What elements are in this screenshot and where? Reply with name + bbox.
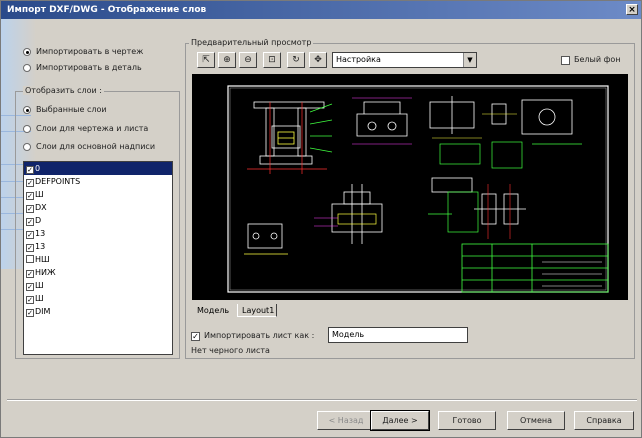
import-to-drawing-radio[interactable] [23, 48, 31, 56]
layer-name: DEFPOINTS [35, 177, 81, 186]
layer-list-item[interactable]: ✓ DX [24, 201, 172, 214]
layer-list-item[interactable]: ✓ НИЖ [24, 266, 172, 279]
rotate-icon[interactable]: ↻ [287, 52, 305, 68]
layer-list-item[interactable]: ✓ DIM [24, 305, 172, 318]
layer-list-item[interactable]: ✓ 13 [24, 227, 172, 240]
title-block-layers-radio[interactable] [23, 143, 31, 151]
title-block-layers-label: Слои для основной надписи [36, 142, 156, 151]
layer-list-item[interactable]: ✓ 13 [24, 240, 172, 253]
select-icon[interactable]: ⇱ [197, 52, 215, 68]
zoom-in-icon[interactable]: ⊕ [218, 52, 236, 68]
layer-name: НШ [35, 255, 50, 264]
layer-checkbox[interactable]: ✓ [26, 283, 34, 291]
layer-name: D [35, 216, 42, 225]
import-to-drawing-label: Импортировать в чертеж [36, 47, 144, 56]
zoom-out-icon[interactable]: ⊖ [239, 52, 257, 68]
selected-layers-label: Выбранные слои [36, 105, 107, 114]
tab-layout1[interactable]: Layout1 [237, 304, 277, 317]
cad-drawing [227, 85, 609, 293]
import-to-part-radio[interactable] [23, 64, 31, 72]
sheet-layers-label: Слои для чертежа и листа [36, 124, 149, 133]
layer-list-item[interactable]: НШ [24, 253, 172, 266]
chevron-down-icon[interactable]: ▼ [463, 53, 476, 67]
layer-checkbox[interactable]: ✓ [26, 166, 34, 174]
layer-name: 13 [35, 242, 46, 251]
layer-list-item[interactable]: ✓ DEFPOINTS [24, 175, 172, 188]
layer-name: Ш [35, 281, 44, 290]
layer-checkbox[interactable]: ✓ [26, 270, 34, 278]
layer-checkbox[interactable]: ✓ [26, 309, 34, 317]
import-sheet-input[interactable]: Модель [328, 327, 468, 343]
finish-button[interactable]: Готово [438, 411, 496, 430]
help-button[interactable]: Справка [574, 411, 634, 430]
separator [7, 399, 637, 401]
white-background-label: Белый фон [574, 55, 621, 64]
view-select-value: Настройка [336, 55, 381, 64]
sheet-layers-radio[interactable] [23, 125, 31, 133]
window-title: Импорт DXF/DWG - Отображение слов [7, 5, 207, 15]
next-button[interactable]: Далее > [370, 410, 430, 431]
layers-list[interactable]: ✓ 0 ✓ DEFPOINTS ✓ Ш ✓ DX ✓ D ✓ 13 ✓ 13 НШ ✓ НИЖ ✓ Ш ✓ Ш ✓ DIM [23, 161, 173, 355]
layer-name: DIM [35, 307, 51, 316]
white-background-checkbox[interactable] [561, 56, 570, 65]
layer-checkbox[interactable]: ✓ [26, 296, 34, 304]
import-dialog: Импорт DXF/DWG - Отображение слов × Импо… [0, 0, 642, 438]
close-button[interactable]: × [626, 4, 638, 15]
title-bar: Импорт DXF/DWG - Отображение слов × [1, 1, 641, 19]
layers-group-title: Отобразить слои : [23, 86, 104, 95]
import-sheet-note: Нет черного листа [191, 346, 270, 355]
preview-title: Предварительный просмотр [189, 38, 314, 47]
tab-model[interactable]: Модель [193, 304, 233, 317]
layer-name: Ш [35, 294, 44, 303]
pan-icon[interactable]: ✥ [309, 52, 327, 68]
drawing-preview[interactable] [192, 74, 628, 300]
layer-name: НИЖ [35, 268, 56, 277]
layer-checkbox[interactable]: ✓ [26, 205, 34, 213]
zoom-window-icon[interactable]: ⊡ [263, 52, 281, 68]
layer-checkbox[interactable]: ✓ [26, 244, 34, 252]
selected-layers-radio[interactable] [23, 106, 31, 114]
layer-list-item[interactable]: ✓ 0 [24, 162, 172, 175]
layer-checkbox[interactable]: ✓ [26, 231, 34, 239]
layer-list-item[interactable]: ✓ Ш [24, 279, 172, 292]
layer-checkbox[interactable] [26, 255, 34, 263]
layer-name: 0 [35, 164, 41, 173]
layer-name: Ш [35, 190, 44, 199]
layer-name: DX [35, 203, 47, 212]
cancel-button[interactable]: Отмена [507, 411, 565, 430]
layer-checkbox[interactable]: ✓ [26, 218, 34, 226]
layer-checkbox[interactable]: ✓ [26, 192, 34, 200]
layer-checkbox[interactable]: ✓ [26, 179, 34, 187]
back-button[interactable]: < Назад [317, 411, 375, 430]
import-to-part-label: Импортировать в деталь [36, 63, 142, 72]
layer-name: 13 [35, 229, 46, 238]
layer-list-item[interactable]: ✓ D [24, 214, 172, 227]
layer-list-item[interactable]: ✓ Ш [24, 188, 172, 201]
layer-list-item[interactable]: ✓ Ш [24, 292, 172, 305]
import-sheet-label: Импортировать лист как : [204, 331, 315, 340]
import-sheet-checkbox[interactable]: ✓ [191, 332, 200, 341]
view-select[interactable]: Настройка ▼ [332, 52, 477, 68]
